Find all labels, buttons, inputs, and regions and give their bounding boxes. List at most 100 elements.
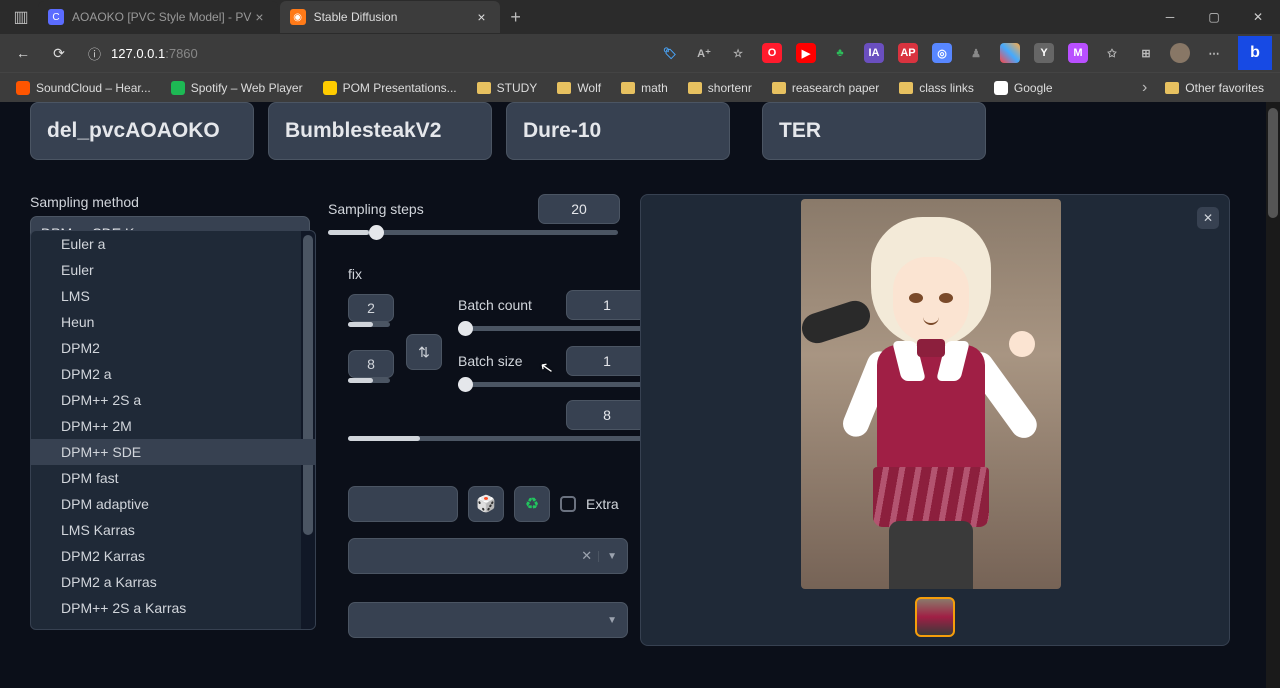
sampler-option[interactable]: Heun — [31, 309, 315, 335]
ext-ia-icon[interactable]: IA — [864, 43, 884, 63]
option-label: LMS — [61, 288, 90, 304]
reuse-seed-button[interactable]: ♻ — [514, 486, 550, 522]
bookmark-folder-study[interactable]: STUDY — [469, 78, 546, 98]
back-button[interactable]: ← — [8, 38, 38, 68]
batch-size-slider[interactable] — [458, 382, 648, 387]
sampler-option[interactable]: DPM adaptive — [31, 491, 315, 517]
browser-tab-2[interactable]: ◉ Stable Diffusion × — [280, 1, 500, 33]
bookmark-google[interactable]: Google — [986, 78, 1061, 98]
script-dropdown-2[interactable]: ▼ — [348, 602, 628, 638]
batch-size-value[interactable]: 1 — [566, 346, 648, 376]
bookmarks-overflow-icon[interactable]: › — [1136, 79, 1153, 97]
option-label: Euler a — [61, 236, 105, 252]
ext-palette-icon[interactable] — [1000, 43, 1020, 63]
ext-m-icon[interactable]: M — [1068, 43, 1088, 63]
seed-input[interactable] — [348, 486, 458, 522]
sampler-option[interactable]: DPM++ 2S a Karras — [31, 595, 315, 621]
image-thumbnail[interactable] — [915, 597, 955, 637]
close-tab-icon[interactable]: × — [473, 9, 489, 25]
favorites-star-icon[interactable]: ☆ — [728, 43, 748, 63]
sampling-steps-slider[interactable] — [328, 230, 618, 235]
style-card-4[interactable]: TER — [762, 102, 986, 160]
new-tab-button[interactable]: + — [502, 7, 530, 28]
width-value-partial[interactable]: 2 — [348, 294, 394, 322]
maximize-button[interactable]: ▢ — [1192, 0, 1236, 34]
refresh-button[interactable]: ⟳ — [44, 38, 74, 68]
sampler-option[interactable]: DPM++ 2M — [31, 413, 315, 439]
extra-checkbox[interactable] — [560, 496, 576, 512]
ext-ap-icon[interactable]: AP — [898, 43, 918, 63]
sampling-method-label: Sampling method — [30, 194, 310, 210]
close-window-button[interactable]: ✕ — [1236, 0, 1280, 34]
bookmark-label: Wolf — [577, 81, 601, 95]
sampler-option[interactable]: DPM fast — [31, 465, 315, 491]
minimize-button[interactable]: ─ — [1148, 0, 1192, 34]
ext-y-icon[interactable]: Y — [1034, 43, 1054, 63]
close-preview-button[interactable]: ✕ — [1197, 207, 1219, 229]
batch-count-value[interactable]: 1 — [566, 290, 648, 320]
script-dropdown-1[interactable]: ✕ ▼ — [348, 538, 628, 574]
sampler-option[interactable]: Euler — [31, 257, 315, 283]
soundcloud-icon — [16, 81, 30, 95]
height-slider-partial[interactable] — [348, 378, 390, 383]
random-seed-button[interactable]: 🎲 — [468, 486, 504, 522]
ext-green-icon[interactable]: ♣ — [830, 43, 850, 63]
bookmark-spotify[interactable]: Spotify – Web Player — [163, 78, 311, 98]
style-card-3[interactable]: Dure-10 — [506, 102, 730, 160]
read-aloud-icon[interactable]: A⁺ — [694, 43, 714, 63]
google-icon — [994, 81, 1008, 95]
sampler-option[interactable]: DPM++ 2M Karras — [31, 621, 315, 630]
bookmark-pom[interactable]: POM Presentations... — [315, 78, 465, 98]
other-favorites-folder[interactable]: Other favorites — [1157, 78, 1272, 98]
sampler-option[interactable]: LMS — [31, 283, 315, 309]
generated-image[interactable] — [801, 199, 1061, 589]
address-bar: ← ⟳ ⓘ 127.0.0.1:7860 🏷 A⁺ ☆ O ▶ ♣ IA AP … — [0, 34, 1280, 72]
url-field[interactable]: ⓘ 127.0.0.1:7860 — [80, 39, 440, 67]
height-value-partial[interactable]: 8 — [348, 350, 394, 378]
bookmark-soundcloud[interactable]: SoundCloud – Hear... — [8, 78, 159, 98]
image-preview-box: ✕ — [640, 194, 1230, 646]
sampler-option[interactable]: LMS Karras — [31, 517, 315, 543]
more-menu-icon[interactable]: ⋯ — [1204, 43, 1224, 63]
shopping-icon[interactable]: 🏷 — [660, 43, 680, 63]
bookmark-label: STUDY — [497, 81, 538, 95]
sampler-option[interactable]: DPM2 — [31, 335, 315, 361]
ext-swirl-icon[interactable]: ◎ — [932, 43, 952, 63]
dice-icon: 🎲 — [476, 494, 496, 514]
favorites-button-icon[interactable]: ✩ — [1102, 43, 1122, 63]
sampling-steps-value[interactable]: 20 — [538, 194, 620, 224]
ext-opera-icon[interactable]: O — [762, 43, 782, 63]
profile-avatar-icon[interactable] — [1170, 43, 1190, 63]
browser-tab-1[interactable]: C AOAOKO [PVC Style Model] - PV × — [38, 1, 278, 33]
sampler-option[interactable]: DPM++ 2S a — [31, 387, 315, 413]
bookmark-folder-shortenr[interactable]: shortenr — [680, 78, 760, 98]
swap-dimensions-button[interactable]: ⇅ — [406, 334, 442, 370]
bookmark-folder-classlinks[interactable]: class links — [891, 78, 982, 98]
bing-chat-button[interactable]: b — [1238, 36, 1272, 70]
style-card-2[interactable]: BumblesteakV2 — [268, 102, 492, 160]
folder-icon — [621, 82, 635, 94]
site-info-icon[interactable]: ⓘ — [88, 44, 101, 63]
ext-youtube-icon[interactable]: ▶ — [796, 43, 816, 63]
page-content: del_pvcAOAOKO BumblesteakV2 Dure-10 TER … — [0, 102, 1280, 688]
width-slider-partial[interactable] — [348, 322, 390, 327]
sampler-option[interactable]: DPM2 a — [31, 361, 315, 387]
sampler-option[interactable]: DPM++ SDE — [31, 439, 315, 465]
cfg-scale-value[interactable]: 8 — [566, 400, 648, 430]
close-tab-icon[interactable]: × — [251, 9, 267, 25]
collections-icon[interactable]: ⊞ — [1136, 43, 1156, 63]
sampler-option[interactable]: DPM2 Karras — [31, 543, 315, 569]
folder-icon — [477, 82, 491, 94]
extra-checkbox-row[interactable]: Extra — [560, 496, 619, 512]
bookmark-folder-wolf[interactable]: Wolf — [549, 78, 609, 98]
bookmark-folder-research[interactable]: reasearch paper — [764, 78, 887, 98]
bookmark-folder-math[interactable]: math — [613, 78, 676, 98]
ext-bulb-icon[interactable]: ♟ — [966, 43, 986, 63]
cfg-scale-slider[interactable] — [348, 436, 648, 441]
batch-count-slider[interactable] — [458, 326, 648, 331]
sampler-option[interactable]: Euler a — [31, 231, 315, 257]
tab-actions-button[interactable]: ▥ — [8, 4, 34, 30]
style-card-1[interactable]: del_pvcAOAOKO — [30, 102, 254, 160]
sampler-option[interactable]: DPM2 a Karras — [31, 569, 315, 595]
clear-icon[interactable]: ✕ — [575, 548, 598, 564]
